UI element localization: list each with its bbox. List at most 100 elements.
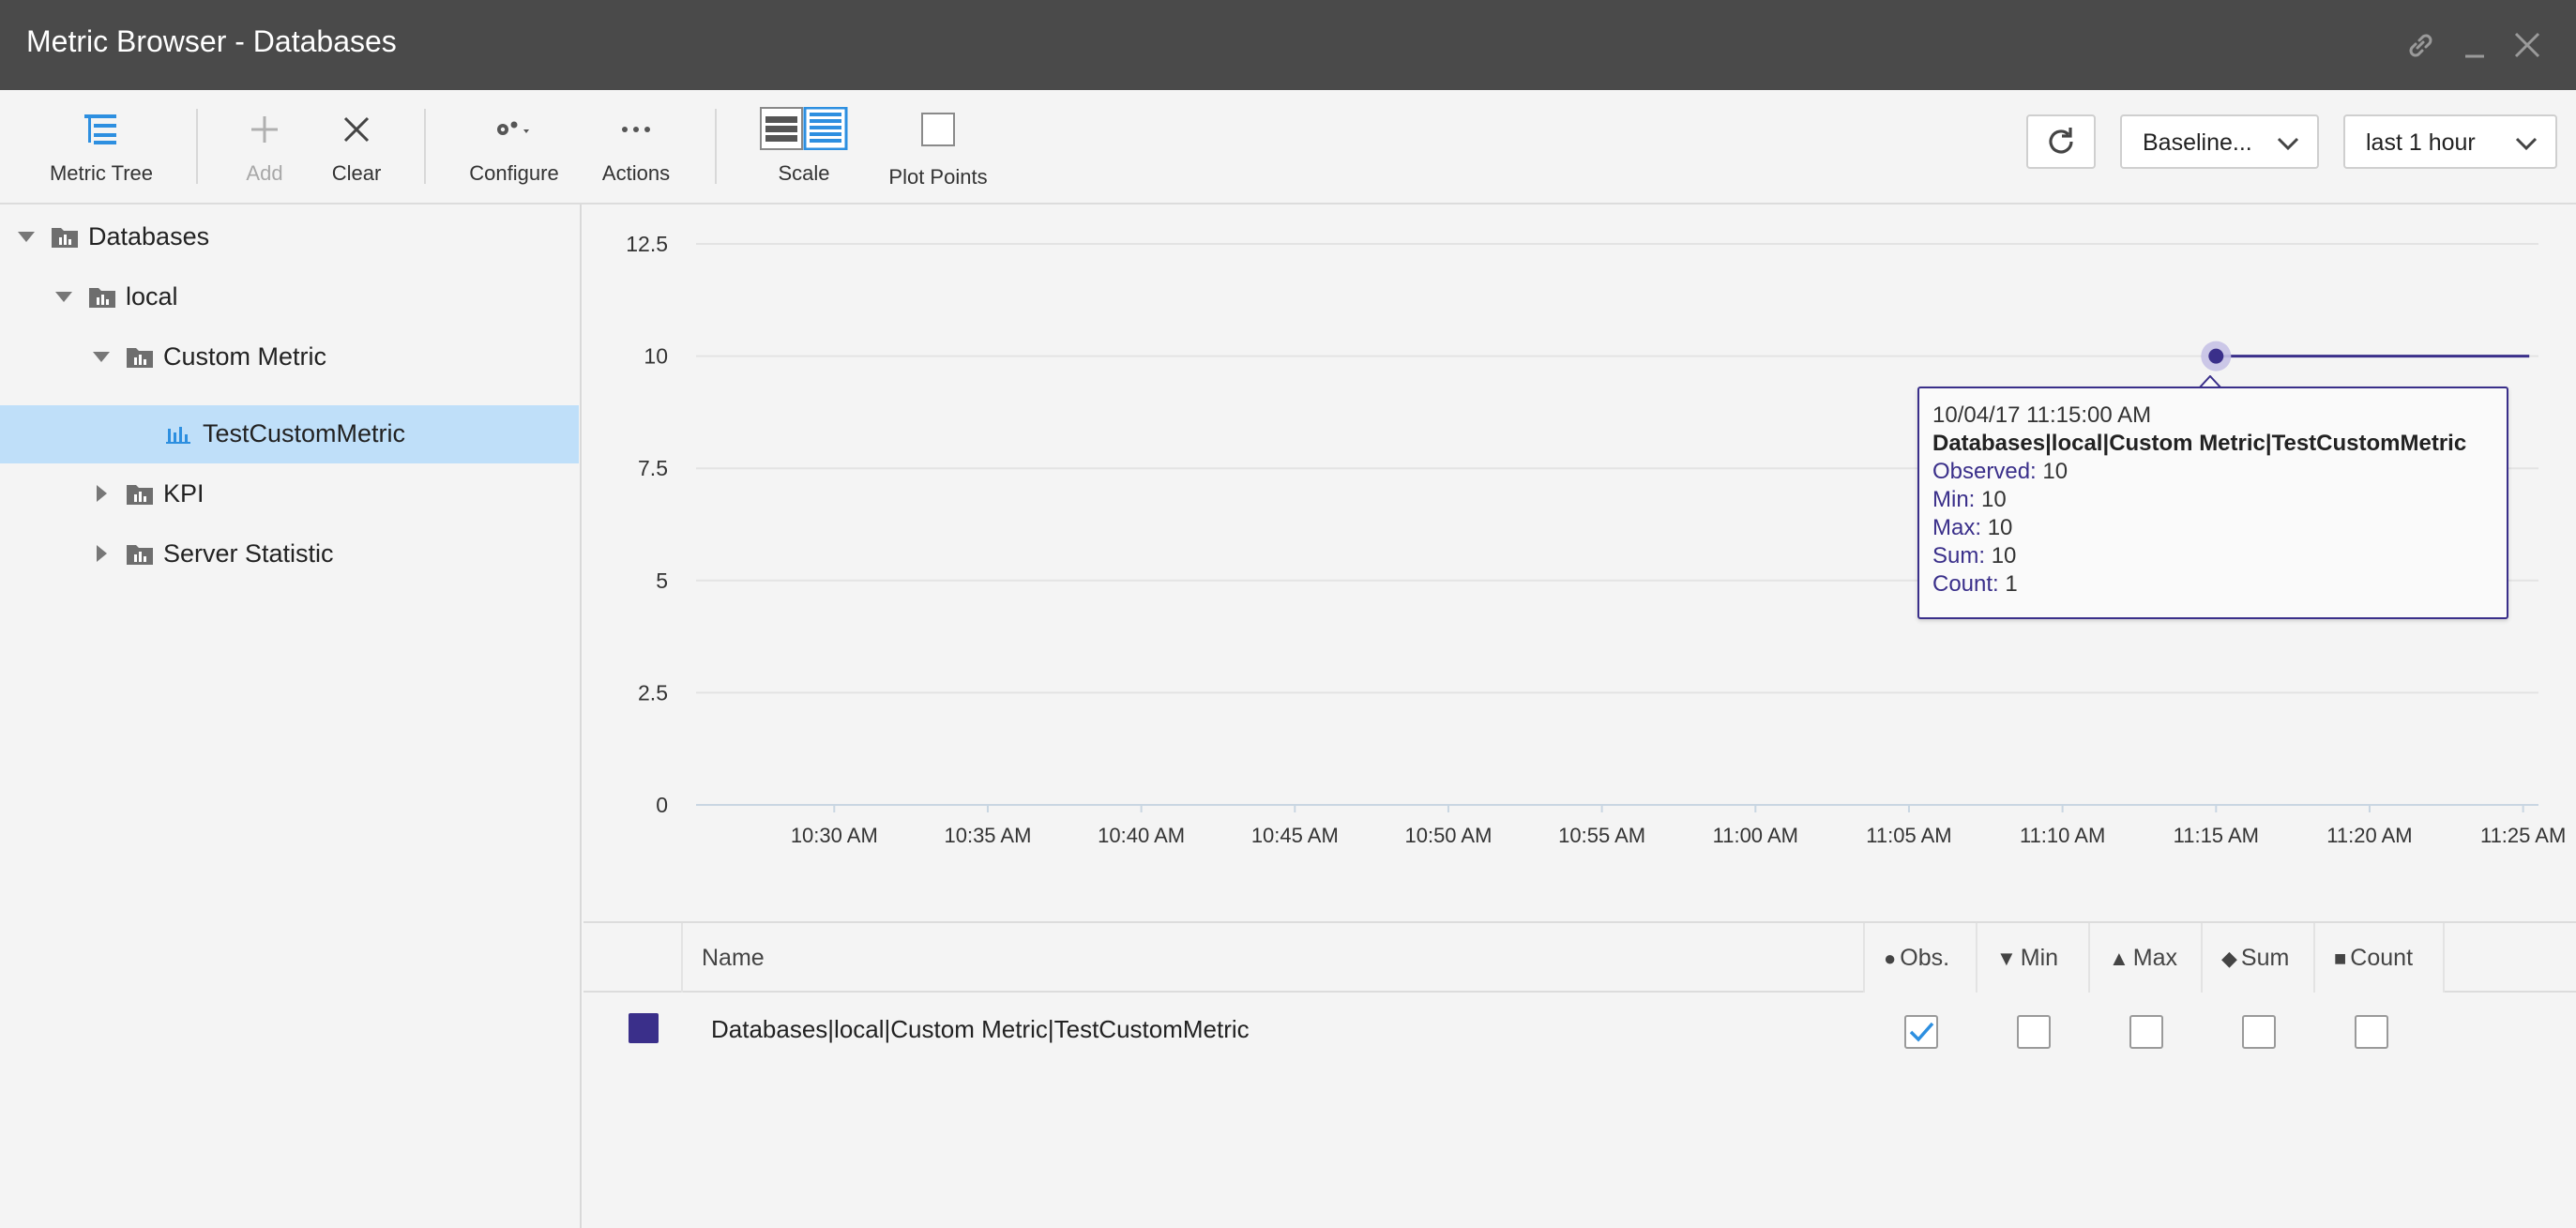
tooltip-value: 10 (1987, 515, 2013, 540)
clear-button[interactable]: Clear (319, 90, 394, 205)
obs-checkbox[interactable] (1904, 1015, 1938, 1049)
tooltip-key: Sum: (1932, 543, 1986, 569)
bar-chart-icon (165, 419, 193, 447)
add-button[interactable]: Add (225, 90, 304, 205)
y-tick-label: 5 (656, 569, 668, 593)
more-icon (589, 111, 683, 148)
y-tick-label: 7.5 (638, 456, 668, 480)
triangle-up-icon: ▲ (2109, 947, 2129, 970)
metric-tree-icon (38, 111, 165, 148)
tree-item-label: Databases (88, 222, 210, 250)
refresh-button[interactable] (2026, 114, 2096, 169)
x-tick-label: 11:05 AM (1866, 824, 1951, 847)
configure-button[interactable]: Configure (458, 90, 570, 205)
metric-tree-button[interactable]: Metric Tree (38, 90, 165, 205)
tooltip-sum: Sum: 10 (1932, 542, 2493, 570)
x-tick-label: 10:35 AM (944, 824, 1031, 847)
table-body-empty (583, 1068, 2576, 1228)
tree-item-label: Custom Metric (163, 342, 327, 371)
plot-points-checkbox[interactable] (886, 111, 991, 148)
toolbar: Metric Tree Add Clear Configure Actions … (0, 90, 2576, 205)
actions-label: Actions (601, 161, 671, 185)
diamond-icon: ◆ (2221, 947, 2237, 970)
tree-item-databases[interactable]: Databases (0, 208, 579, 266)
scale-button[interactable]: Scale (752, 90, 856, 205)
window-title: Metric Browser - Databases (26, 24, 397, 58)
scale-icon (752, 107, 856, 150)
sum-checkbox[interactable] (2242, 1015, 2276, 1049)
column-label: Count (2350, 945, 2414, 971)
tree-item-kpi[interactable]: KPI (0, 465, 579, 523)
x-tick-label: 10:55 AM (1558, 824, 1645, 847)
column-label: Max (2132, 945, 2178, 971)
column-label: Sum (2240, 945, 2290, 971)
max-checkbox[interactable] (2129, 1015, 2163, 1049)
time-range-dropdown[interactable]: last 1 hour (2343, 114, 2557, 169)
tree-item-testcustommetric[interactable]: TestCustomMetric (0, 405, 579, 463)
plot-points-toggle[interactable]: Plot Points (886, 90, 991, 205)
actions-button[interactable]: Actions (589, 90, 683, 205)
tooltip-value: 10 (1991, 543, 2017, 569)
x-tick-label: 10:40 AM (1098, 824, 1185, 847)
metric-tree-panel: Databases local Custom Metric TestCustom… (0, 205, 582, 1228)
tooltip-key: Max: (1932, 515, 1982, 540)
folder-chart-icon (126, 479, 154, 508)
tree-item-label: TestCustomMetric (203, 419, 406, 447)
x-tick-label: 10:45 AM (1251, 824, 1339, 847)
column-count[interactable]: ■ Count (2313, 923, 2445, 993)
baseline-dropdown[interactable]: Baseline... (2120, 114, 2319, 169)
gear-icon (458, 111, 570, 148)
tooltip-value: 10 (1981, 487, 2007, 512)
caret-down-icon[interactable] (90, 345, 113, 368)
metric-table-header: Name ● Obs. ▼ Min ▲ Max ◆ Sum ■ Count (583, 921, 2576, 993)
column-obs[interactable]: ● Obs. (1863, 923, 1976, 993)
configure-label: Configure (469, 161, 559, 185)
refresh-icon (2049, 128, 2073, 154)
add-label: Add (246, 161, 283, 185)
x-tick-label: 11:20 AM (2326, 824, 2412, 847)
close-icon[interactable] (2505, 23, 2550, 68)
y-tick-label: 2.5 (638, 680, 668, 705)
x-tick-label: 11:10 AM (2020, 824, 2105, 847)
checkmark-icon (1909, 1022, 1934, 1042)
folder-chart-icon (51, 222, 79, 250)
y-tick-label: 0 (656, 793, 668, 817)
caret-down-icon[interactable] (53, 285, 75, 308)
baseline-value: Baseline... (2143, 129, 2252, 156)
tree-item-custom-metric[interactable]: Custom Metric (0, 328, 579, 387)
column-label: Obs. (1900, 945, 1950, 971)
folder-chart-icon (126, 342, 154, 371)
folder-chart-icon (88, 282, 116, 311)
tree-item-server-statistic[interactable]: Server Statistic (0, 525, 579, 584)
data-point (2208, 348, 2224, 364)
column-sum[interactable]: ◆ Sum (2201, 923, 2313, 993)
toolbar-divider (715, 109, 717, 184)
tooltip-timestamp: 10/04/17 11:15:00 AM (1932, 402, 2152, 428)
series-color-swatch[interactable] (629, 1013, 659, 1043)
circle-icon: ● (1884, 947, 1897, 970)
scale-label: Scale (778, 161, 830, 185)
column-max[interactable]: ▲ Max (2088, 923, 2201, 993)
x-tick-label: 11:00 AM (1713, 824, 1798, 847)
column-min[interactable]: ▼ Min (1976, 923, 2088, 993)
column-label: Min (2020, 945, 2059, 971)
table-row[interactable]: Databases|local|Custom Metric|TestCustom… (583, 993, 2576, 1068)
caret-right-icon[interactable] (90, 542, 113, 565)
caret-right-icon[interactable] (90, 482, 113, 505)
square-icon: ■ (2334, 947, 2347, 970)
link-icon[interactable] (2398, 23, 2443, 68)
title-bar: Metric Browser - Databases (0, 0, 2576, 90)
count-checkbox[interactable] (2355, 1015, 2388, 1049)
tooltip-metric-path: Databases|local|Custom Metric|TestCustom… (1932, 431, 2467, 456)
clear-icon (319, 111, 394, 148)
minimize-icon[interactable] (2452, 23, 2497, 68)
tree-item-label: KPI (163, 479, 205, 508)
clear-label: Clear (331, 161, 382, 185)
caret-down-icon[interactable] (15, 225, 38, 248)
y-tick-label: 10 (644, 344, 668, 369)
time-range-value: last 1 hour (2366, 129, 2476, 156)
min-checkbox[interactable] (2017, 1015, 2051, 1049)
tree-item-local[interactable]: local (0, 268, 579, 326)
tooltip-min: Min: 10 (1932, 486, 2493, 514)
chevron-down-icon (2276, 131, 2300, 162)
